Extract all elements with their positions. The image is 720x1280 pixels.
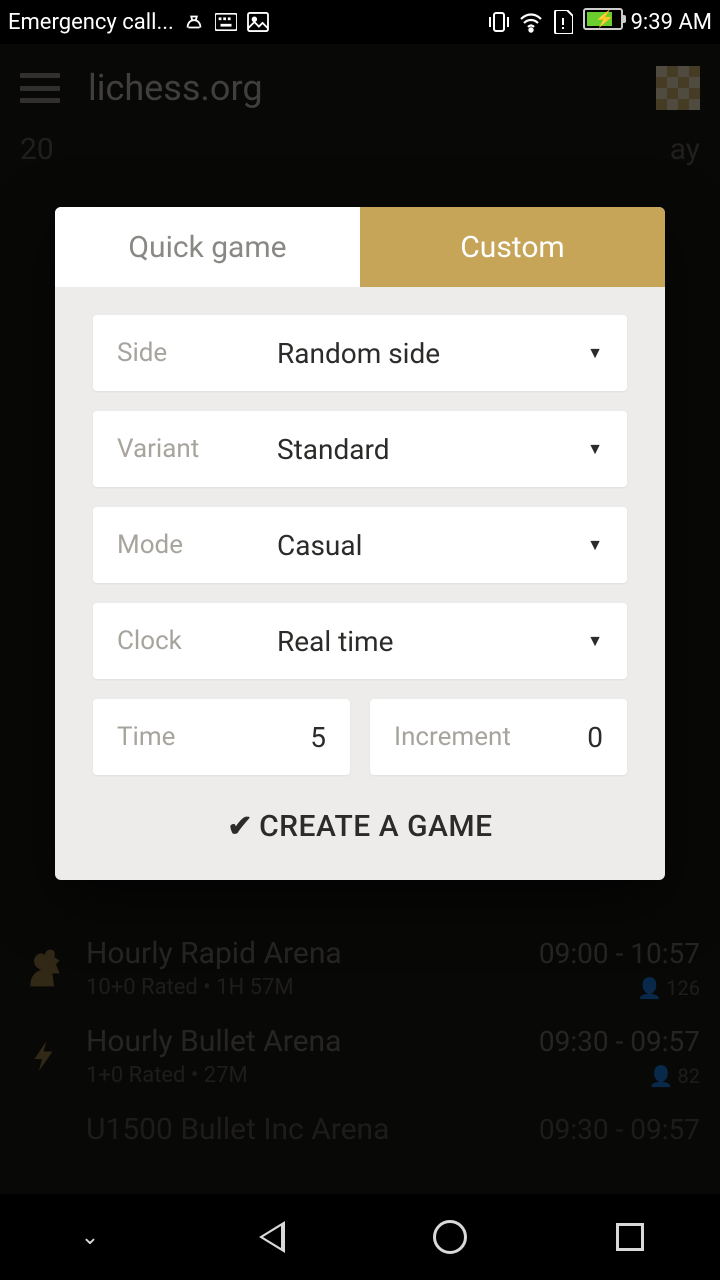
picture-icon	[246, 10, 270, 34]
app-viewport: lichess.org 20 ay Hourly Rapid Arena 10+…	[0, 44, 720, 1194]
status-headline: Emergency call...	[8, 10, 174, 35]
status-clock: 9:39 AM	[631, 10, 712, 35]
chevron-down-icon: ▼	[587, 439, 603, 459]
android-statusbar: Emergency call... ⚡ 9:39 AM	[0, 0, 720, 44]
increment-input[interactable]: Increment 0	[370, 699, 627, 775]
mode-label: Mode	[117, 530, 277, 560]
sim-alert-icon	[551, 10, 575, 34]
mode-value: Casual	[277, 529, 587, 562]
tab-custom[interactable]: Custom	[360, 207, 665, 287]
side-label: Side	[117, 338, 277, 368]
nav-back-button[interactable]	[240, 1207, 300, 1267]
nav-home-button[interactable]	[420, 1207, 480, 1267]
increment-value: 0	[587, 721, 603, 754]
nav-recent-button[interactable]	[600, 1207, 660, 1267]
battery-icon: ⚡	[583, 8, 623, 36]
chevron-down-icon: ▼	[587, 343, 603, 363]
nav-caret-button[interactable]: ⌄	[60, 1207, 120, 1267]
vibrate-icon	[487, 10, 511, 34]
create-game-label: CREATE A GAME	[259, 809, 493, 844]
chevron-down-icon: ▼	[587, 535, 603, 555]
check-icon: ✔	[227, 809, 253, 844]
clock-value: Real time	[277, 625, 587, 658]
android-navbar: ⌄	[0, 1194, 720, 1280]
mode-select[interactable]: Mode Casual ▼	[93, 507, 627, 583]
wifi-icon	[519, 10, 543, 34]
tab-quick-game[interactable]: Quick game	[55, 207, 360, 287]
side-value: Random side	[277, 337, 587, 370]
time-input[interactable]: Time 5	[93, 699, 350, 775]
time-label: Time	[117, 722, 175, 752]
clock-select[interactable]: Clock Real time ▼	[93, 603, 627, 679]
chevron-down-icon: ▼	[587, 631, 603, 651]
increment-label: Increment	[394, 722, 511, 752]
modal-tabs: Quick game Custom	[55, 207, 665, 287]
variant-value: Standard	[277, 433, 587, 466]
time-value: 5	[310, 721, 326, 754]
keyboard-icon	[214, 10, 238, 34]
android-icon	[182, 10, 206, 34]
clock-label: Clock	[117, 626, 277, 656]
variant-label: Variant	[117, 434, 277, 464]
create-game-button[interactable]: ✔ CREATE A GAME	[93, 809, 627, 844]
variant-select[interactable]: Variant Standard ▼	[93, 411, 627, 487]
create-game-modal: Quick game Custom Side Random side ▼ Var…	[55, 207, 665, 880]
side-select[interactable]: Side Random side ▼	[93, 315, 627, 391]
